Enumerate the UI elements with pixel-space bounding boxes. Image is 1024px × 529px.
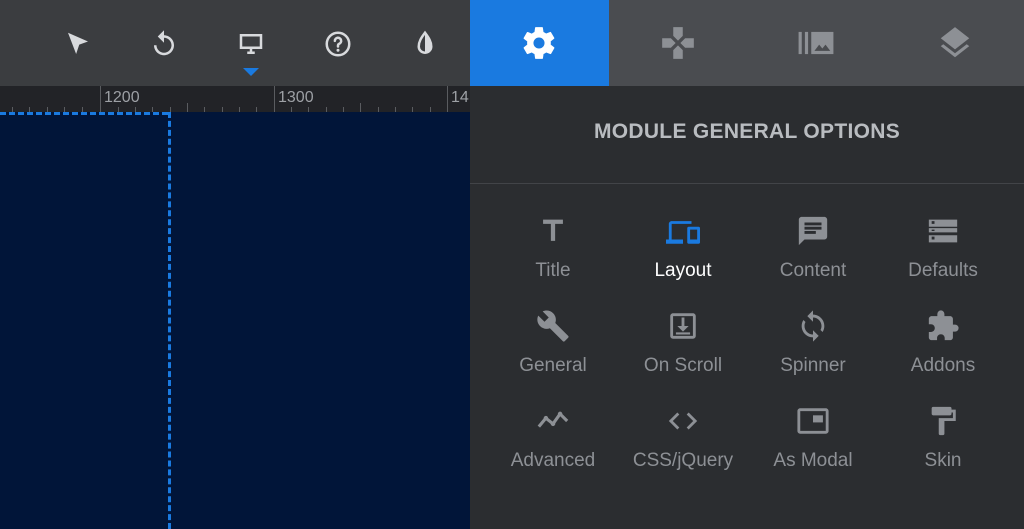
option-css-jquery[interactable]: CSS/jQuery — [618, 404, 748, 499]
paint-roller-icon — [931, 406, 956, 436]
options-panel: MODULE GENERAL OPTIONS Title Layout Cont… — [470, 0, 1024, 529]
option-label: Addons — [910, 355, 976, 376]
comment-icon — [798, 216, 828, 246]
option-label: General — [519, 355, 587, 376]
option-label: Skin — [924, 450, 962, 471]
option-label: Spinner — [780, 355, 846, 376]
option-title[interactable]: Title — [488, 214, 618, 309]
options-grid: Title Layout Content Defaults General On… — [488, 214, 1008, 499]
panel-tabs — [470, 0, 1024, 86]
media-library-icon — [798, 31, 834, 55]
gamepad-icon — [661, 27, 694, 59]
option-content[interactable]: Content — [748, 214, 878, 309]
undo-button[interactable] — [142, 22, 186, 66]
undo-icon — [154, 30, 174, 56]
ruler-label: 1300 — [278, 89, 314, 106]
option-layout[interactable]: Layout — [618, 214, 748, 309]
slide-canvas[interactable] — [0, 112, 470, 529]
panel-title: MODULE GENERAL OPTIONS — [593, 120, 901, 143]
ruler-label: 1200 — [104, 89, 140, 106]
tab-module-settings[interactable] — [470, 0, 609, 86]
option-label: Layout — [654, 260, 712, 281]
monitor-icon — [239, 34, 263, 54]
code-icon — [668, 412, 698, 430]
help-icon — [325, 31, 351, 57]
layers-icon — [940, 27, 969, 58]
option-on-scroll[interactable]: On Scroll — [618, 309, 748, 404]
contrast-button[interactable] — [403, 22, 447, 66]
editor-area: 1200 1300 14 — [0, 0, 470, 529]
option-general[interactable]: General — [488, 309, 618, 404]
ruler-label: 14 — [451, 89, 469, 106]
option-skin[interactable]: Skin — [878, 404, 1008, 499]
option-label: On Scroll — [643, 355, 723, 376]
option-addons[interactable]: Addons — [878, 309, 1008, 404]
editor-toolbar — [0, 0, 470, 86]
modal-icon — [797, 408, 829, 434]
chart-line-icon — [537, 411, 569, 428]
tab-layers[interactable] — [886, 0, 1024, 86]
option-label: Advanced — [510, 450, 596, 471]
pointer-icon — [68, 32, 88, 54]
option-spinner[interactable]: Spinner — [748, 309, 878, 404]
option-defaults[interactable]: Defaults — [878, 214, 1008, 309]
option-label: Content — [779, 260, 847, 281]
contrast-icon — [417, 30, 433, 54]
option-as-modal[interactable]: As Modal — [748, 404, 878, 499]
wrench-icon — [537, 310, 569, 342]
pointer-button[interactable] — [56, 22, 100, 66]
puzzle-icon — [928, 310, 959, 341]
option-advanced[interactable]: Advanced — [488, 404, 618, 499]
layer-guide-top — [0, 112, 168, 115]
option-label: Title — [535, 260, 571, 281]
title-icon — [543, 219, 563, 241]
option-label: Defaults — [908, 260, 978, 281]
gear-icon — [523, 27, 555, 59]
horizontal-ruler: 1200 1300 14 — [0, 86, 470, 112]
active-indicator — [243, 68, 259, 76]
sync-icon — [801, 310, 825, 342]
device-view-button[interactable] — [229, 22, 273, 76]
option-label: CSS/jQuery — [632, 450, 734, 471]
tab-media[interactable] — [747, 0, 886, 86]
layer-guide-right[interactable] — [168, 112, 171, 529]
devices-icon — [666, 221, 700, 244]
help-button[interactable] — [316, 22, 360, 66]
storage-icon — [928, 219, 958, 243]
scroll-icon — [670, 313, 696, 339]
tab-navigation[interactable] — [609, 0, 748, 86]
panel-divider — [470, 183, 1024, 184]
option-label: As Modal — [773, 450, 853, 471]
